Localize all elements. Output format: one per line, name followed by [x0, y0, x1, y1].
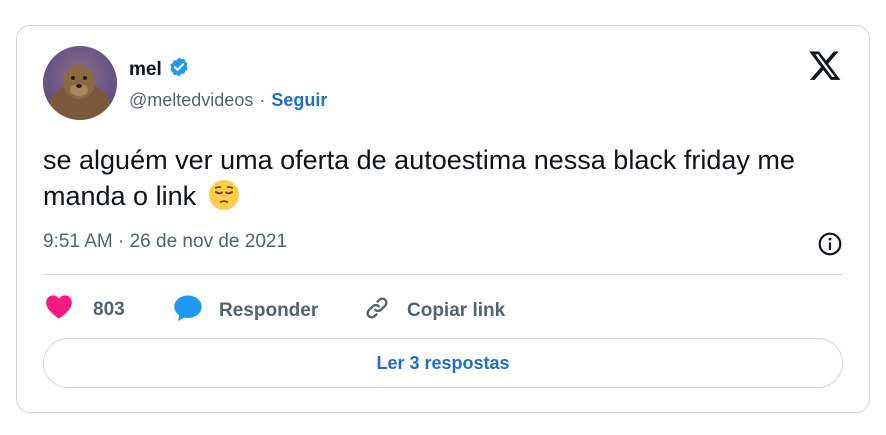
tweet-card: mel @meltedvideos · Seguir se alguém ver…: [16, 25, 870, 413]
info-icon[interactable]: [817, 231, 843, 262]
tweet-text: se alguém ver uma oferta de autoestima n…: [43, 142, 833, 220]
tweet-time: 9:51 AM: [43, 231, 113, 252]
tweet-timestamp[interactable]: 9:51 AM · 26 de nov de 2021: [43, 231, 287, 253]
verified-badge-icon: [168, 56, 190, 83]
like-button[interactable]: 803: [45, 294, 125, 326]
x-logo-icon[interactable]: [807, 48, 843, 87]
follow-button[interactable]: Seguir: [271, 90, 327, 111]
separator-dot: ·: [118, 231, 125, 252]
heart-icon: [45, 294, 73, 326]
reply-label: Responder: [219, 300, 319, 321]
author-name[interactable]: mel: [129, 59, 162, 81]
pensive-face-emoji-icon: [208, 179, 240, 220]
speech-bubble-icon: [173, 294, 203, 328]
divider: [43, 274, 843, 275]
tweet-date: 26 de nov de 2021: [129, 231, 288, 252]
link-icon: [363, 294, 391, 328]
copy-link-label: Copiar link: [407, 300, 506, 321]
separator-dot: ·: [259, 90, 266, 110]
read-replies-label: Ler 3 respostas: [376, 352, 510, 373]
author-row: mel: [129, 56, 190, 83]
copy-link-button[interactable]: Copiar link: [363, 294, 505, 328]
avatar[interactable]: [43, 46, 117, 120]
reply-button[interactable]: Responder: [173, 294, 318, 328]
handle-row: @meltedvideos · Seguir: [129, 90, 327, 111]
author-handle[interactable]: @meltedvideos: [129, 90, 253, 111]
read-replies-button[interactable]: Ler 3 respostas: [43, 338, 843, 388]
like-count: 803: [93, 299, 125, 320]
tweet-body: se alguém ver uma oferta de autoestima n…: [43, 145, 795, 211]
